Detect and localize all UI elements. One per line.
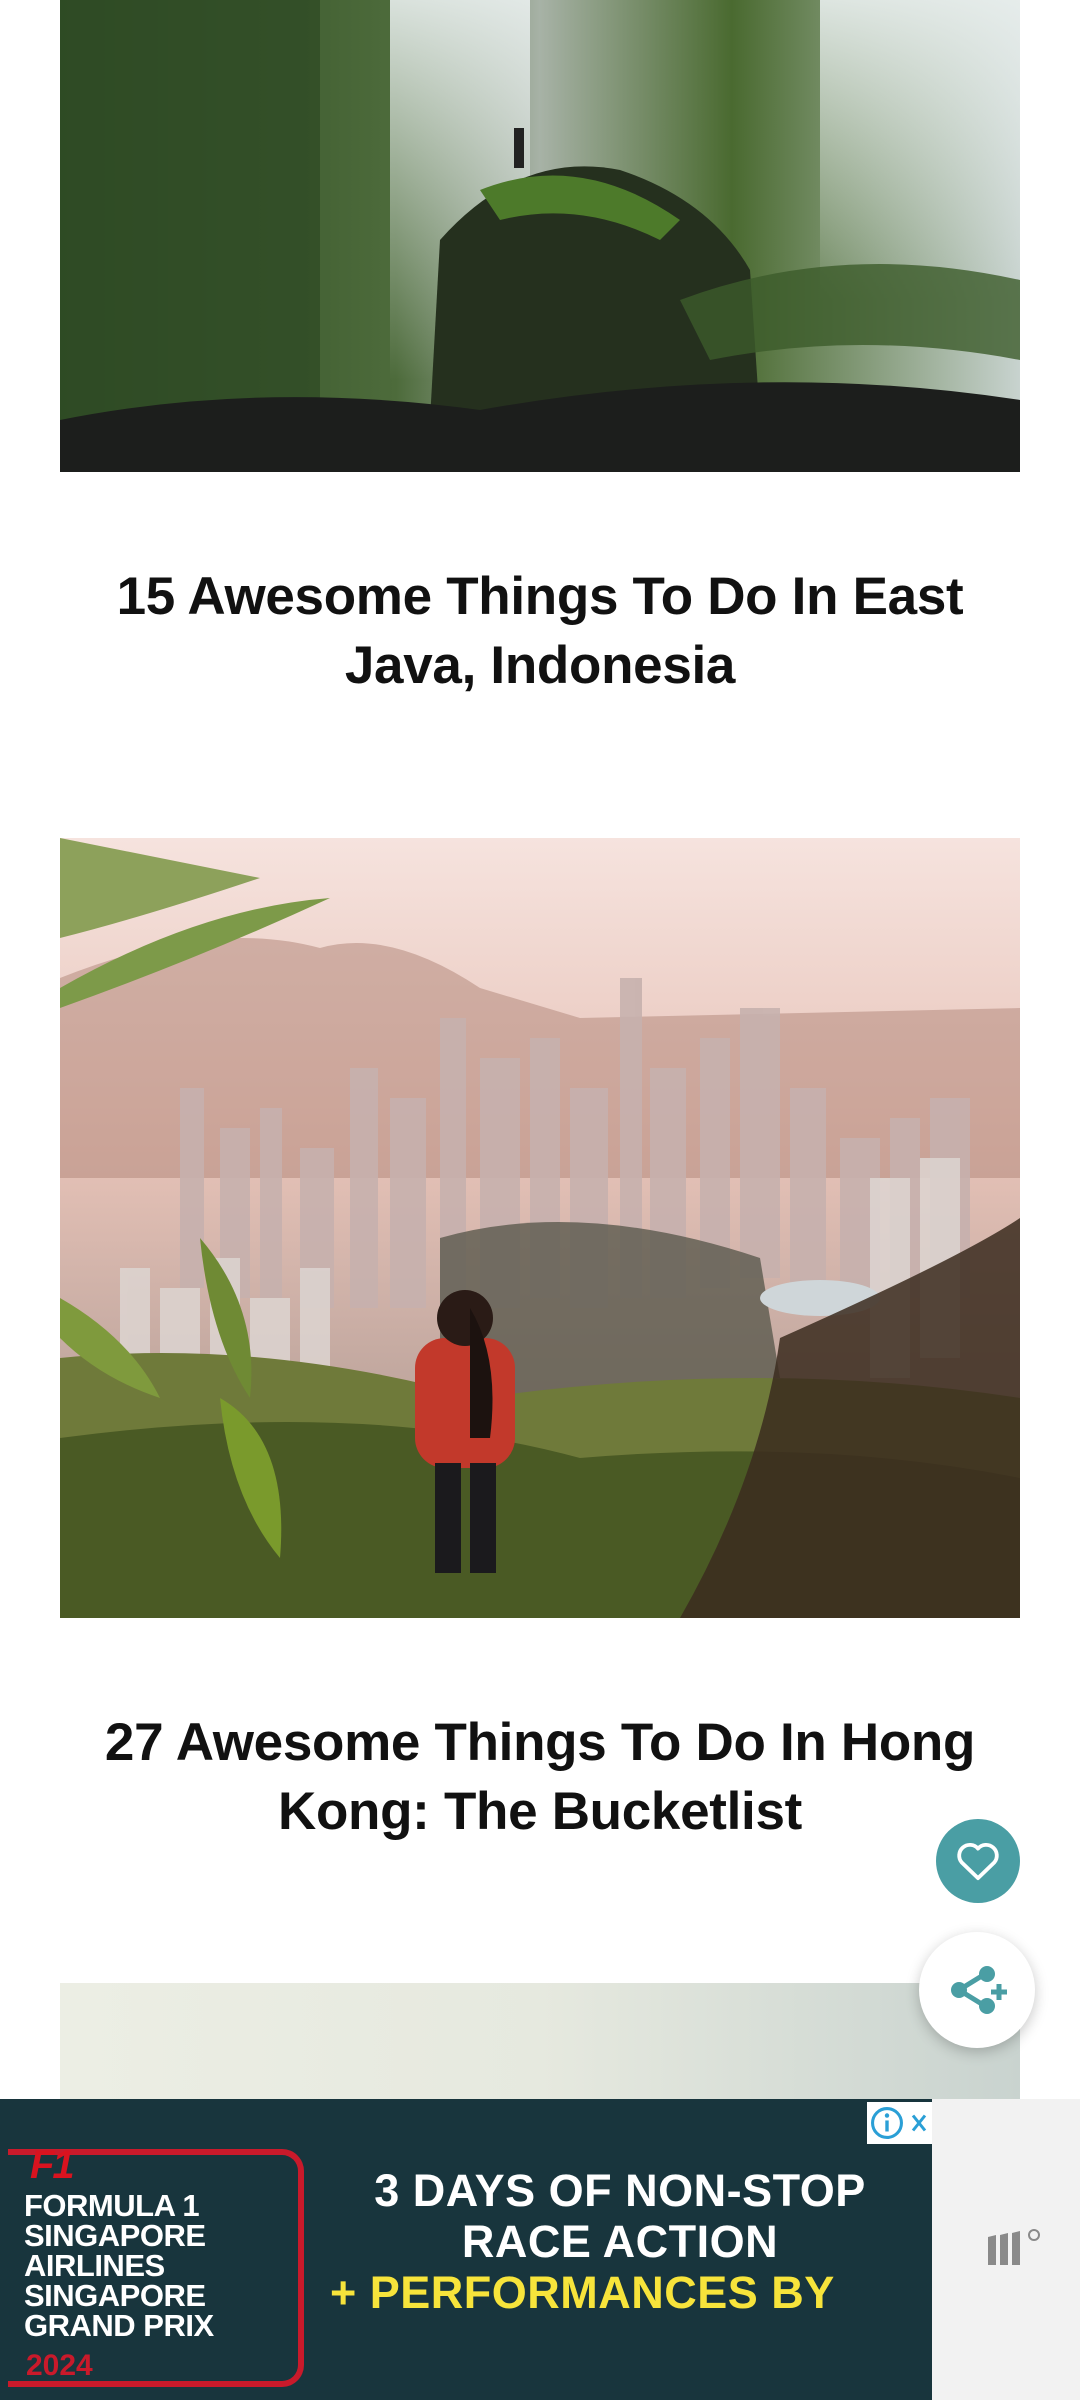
waterfall-photo xyxy=(60,0,1020,472)
ad-brand-line: FORMULA 1 xyxy=(24,2188,200,2223)
sky-photo xyxy=(60,1983,1020,2103)
ad-brand-line: SINGAPORE xyxy=(24,2218,206,2253)
ad-year: 2024 xyxy=(26,2349,93,2382)
ad-brand-line: SINGAPORE xyxy=(24,2278,206,2313)
share-button[interactable] xyxy=(919,1932,1035,2048)
article-title-hong-kong[interactable]: 27 Awesome Things To Do In Hong Kong: Th… xyxy=(60,1708,1020,1846)
f1-logo: F1 xyxy=(30,2143,75,2187)
close-icon[interactable] xyxy=(909,2111,929,2135)
ad-container: F1 FORMULA 1 SINGAPORE AIRLINES SINGAPOR… xyxy=(0,2099,1080,2400)
ad-headline-1: 3 DAYS OF NON-STOP xyxy=(374,2165,866,2216)
article-title-java[interactable]: 15 Awesome Things To Do In East Java, In… xyxy=(60,562,1020,700)
ad-headline-3: + PERFORMANCES BY xyxy=(330,2267,835,2318)
favorite-button[interactable] xyxy=(936,1819,1020,1903)
ad-brand-line: GRAND PRIX xyxy=(24,2308,214,2343)
ad-network-logo-icon xyxy=(988,2229,1040,2265)
info-icon[interactable] xyxy=(870,2106,904,2140)
heart-icon xyxy=(957,1843,999,1881)
article-image-java[interactable] xyxy=(60,0,1020,472)
hong-kong-skyline-photo xyxy=(60,838,1020,1618)
article-image-next[interactable] xyxy=(60,1983,1020,2103)
ad-headline-2: RACE ACTION xyxy=(461,2216,779,2267)
ad-controls xyxy=(867,2102,932,2144)
ad-banner[interactable]: F1 FORMULA 1 SINGAPORE AIRLINES SINGAPOR… xyxy=(0,2099,932,2400)
article-image-hong-kong[interactable] xyxy=(60,838,1020,1618)
ad-brand-line: AIRLINES xyxy=(24,2248,165,2283)
share-icon xyxy=(951,1966,1007,2014)
